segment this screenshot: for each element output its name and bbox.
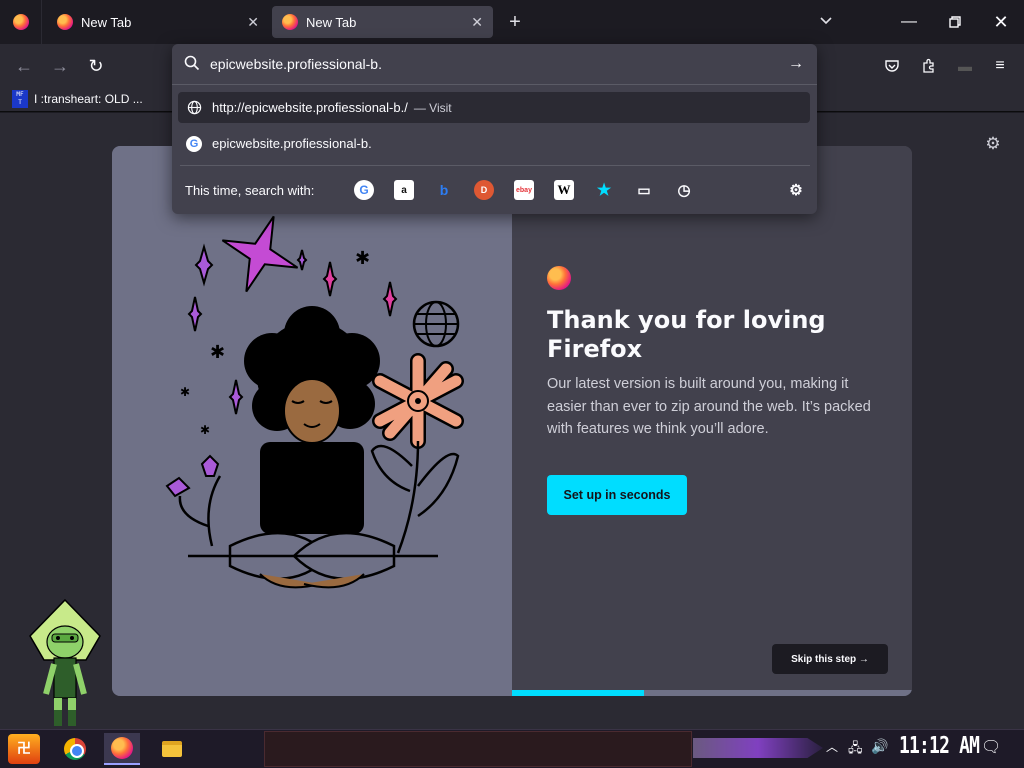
- back-button[interactable]: ←: [10, 52, 38, 80]
- pocket-button[interactable]: [880, 54, 904, 78]
- search-settings-gear-icon[interactable]: ⚙: [786, 180, 806, 200]
- firefox-icon: [12, 14, 29, 30]
- bookmark-label: I :transheart: OLD ...: [34, 92, 143, 106]
- google-engine-icon[interactable]: G: [354, 180, 374, 200]
- url-result-visit[interactable]: http://epicwebsite.profiessional-b./ — V…: [178, 92, 810, 123]
- tab-new-tab-1[interactable]: New Tab ✕: [47, 6, 269, 38]
- tab-title: New Tab: [81, 14, 132, 30]
- history-clock-icon[interactable]: ◷: [674, 180, 694, 200]
- svg-text:✱: ✱: [180, 385, 190, 399]
- set-up-button[interactable]: Set up in seconds: [547, 475, 687, 515]
- new-tab-button[interactable]: +: [503, 9, 527, 35]
- tabs-icon[interactable]: ▭: [634, 180, 654, 200]
- welcome-headline: Thank you for loving Firefox: [547, 306, 826, 363]
- chevron-down-icon: [820, 17, 832, 25]
- maximize-button[interactable]: [932, 0, 978, 44]
- wikipedia-engine-icon[interactable]: W: [554, 180, 574, 200]
- pocket-icon: [885, 60, 899, 72]
- address-input[interactable]: [210, 54, 770, 74]
- svg-text:✱: ✱: [200, 423, 210, 437]
- svg-text:✱: ✱: [355, 248, 370, 269]
- puzzle-icon: [923, 58, 934, 73]
- close-tab-icon[interactable]: ✕: [247, 14, 259, 31]
- bookmark-item[interactable]: MF T I :transheart: OLD ...: [12, 89, 143, 109]
- app-menu-button[interactable]: ≡: [988, 54, 1012, 78]
- divider: [172, 84, 817, 85]
- bookmark-favicon: MF T: [12, 90, 28, 108]
- welcome-description: Our latest version is built around you, …: [547, 376, 871, 437]
- bing-engine-icon[interactable]: b: [434, 180, 454, 200]
- notifications-icon[interactable]: 🗨: [981, 737, 1001, 757]
- firefox-icon: [57, 14, 73, 30]
- globe-icon: [186, 100, 202, 116]
- toolbar-blank-icon[interactable]: ▬: [953, 54, 977, 78]
- taskbar-wallpaper-strip: [264, 731, 692, 767]
- google-icon: G: [186, 135, 202, 152]
- close-window-button[interactable]: ✕: [978, 0, 1024, 44]
- forward-button[interactable]: →: [46, 52, 74, 80]
- show-hidden-icons-chevron-icon[interactable]: ︿: [826, 738, 838, 755]
- divider: [180, 165, 810, 166]
- firefox-icon: [111, 737, 133, 759]
- amazon-engine-icon[interactable]: a: [394, 180, 414, 200]
- firefox-view-button[interactable]: [0, 0, 42, 44]
- taskbar-file-explorer[interactable]: [154, 733, 190, 765]
- close-tab-icon[interactable]: ✕: [471, 14, 483, 31]
- restore-icon: [949, 16, 961, 28]
- system-clock[interactable]: 11:12 AM: [899, 733, 980, 759]
- minimize-button[interactable]: —: [886, 0, 932, 44]
- skip-step-button[interactable]: Skip this step →: [772, 644, 888, 674]
- settings-gear-icon[interactable]: ⚙: [982, 133, 1004, 155]
- illustration-panel: ✱ ✱ ✱ ✱: [112, 146, 512, 696]
- url-result-search[interactable]: G epicwebsite.profiessional-b.: [178, 128, 810, 159]
- duckduckgo-engine-icon[interactable]: D: [474, 180, 494, 200]
- volume-icon[interactable]: 🔊: [871, 738, 888, 755]
- desktop-character-sticker: [28, 598, 102, 730]
- search-icon: [184, 55, 202, 73]
- extensions-button[interactable]: [917, 54, 941, 78]
- firefox-icon: [282, 14, 298, 30]
- start-button[interactable]: 卍: [8, 734, 40, 764]
- chrome-icon: [64, 738, 86, 760]
- tab-title: New Tab: [306, 14, 357, 30]
- search-with-label: This time, search with:: [185, 183, 315, 198]
- ebay-engine-icon[interactable]: ebay: [514, 180, 534, 200]
- person-with-laptop-illustration: ✱ ✱ ✱ ✱: [165, 215, 464, 589]
- list-all-tabs-button[interactable]: [814, 10, 838, 34]
- go-arrow-icon[interactable]: →: [786, 54, 806, 74]
- taskbar-chrome[interactable]: [57, 733, 93, 765]
- taskbar-decoration: [693, 738, 823, 758]
- reload-button[interactable]: ↻: [82, 52, 110, 80]
- svg-text:✱: ✱: [210, 342, 225, 363]
- firefox-logo-icon: [547, 266, 571, 290]
- result-url: http://epicwebsite.profiessional-b./: [212, 100, 408, 115]
- network-icon[interactable]: 🖧: [848, 739, 863, 761]
- result-action: — Visit: [413, 100, 452, 115]
- onboarding-card: ✱ ✱ ✱ ✱ Thank you for loving Firefox Our…: [112, 146, 912, 696]
- bookmarks-star-icon[interactable]: ★: [594, 180, 614, 200]
- result-search-text: epicwebsite.profiessional-b.: [212, 136, 372, 151]
- folder-icon: [162, 741, 182, 757]
- taskbar-firefox[interactable]: [104, 733, 140, 765]
- onboarding-progress-fill: [512, 690, 644, 696]
- tab-new-tab-2-active[interactable]: New Tab ✕: [272, 6, 493, 38]
